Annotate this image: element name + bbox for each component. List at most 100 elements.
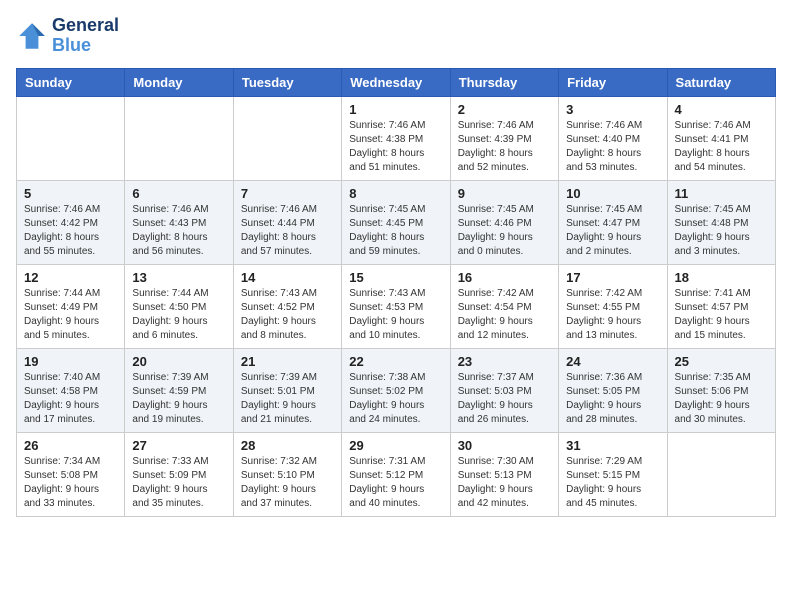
logo-text: General Blue <box>52 16 119 56</box>
day-number: 21 <box>241 354 334 369</box>
day-number: 23 <box>458 354 551 369</box>
calendar-cell: 24Sunrise: 7:36 AM Sunset: 5:05 PM Dayli… <box>559 348 667 432</box>
day-number: 17 <box>566 270 659 285</box>
day-info: Sunrise: 7:44 AM Sunset: 4:50 PM Dayligh… <box>132 287 225 343</box>
day-info: Sunrise: 7:41 AM Sunset: 4:57 PM Dayligh… <box>675 287 768 343</box>
day-number: 16 <box>458 270 551 285</box>
day-number: 31 <box>566 438 659 453</box>
calendar-cell: 13Sunrise: 7:44 AM Sunset: 4:50 PM Dayli… <box>125 264 233 348</box>
calendar-cell: 1 Sunrise: 7:46 AM Sunset: 4:38 PM Daylig… <box>342 96 450 180</box>
day-number: 2 <box>458 102 551 117</box>
day-number: 27 <box>132 438 225 453</box>
day-number: 30 <box>458 438 551 453</box>
day-info: Sunrise: 7:42 AM Sunset: 4:54 PM Dayligh… <box>458 287 551 343</box>
page-header: General Blue <box>16 16 776 56</box>
calendar-cell: 28 Sunrise: 7:32 AM Sunset: 5:10 PM Dayli… <box>233 432 341 516</box>
day-number: 4 <box>675 102 768 117</box>
day-number: 5 <box>24 186 117 201</box>
calendar-cell: 2 Sunrise: 7:46 AM Sunset: 4:39 PM Daylig… <box>450 96 558 180</box>
day-info: Sunrise: 7:37 AM Sunset: 5:03 PM Dayligh… <box>458 371 551 427</box>
calendar-cell: 16 Sunrise: 7:42 AM Sunset: 4:54 PM Dayli… <box>450 264 558 348</box>
weekday-header: Wednesday <box>342 68 450 96</box>
day-number: 18 <box>675 270 768 285</box>
day-number: 7 <box>241 186 334 201</box>
calendar-cell: 9 Sunrise: 7:45 AM Sunset: 4:46 PM Daylig… <box>450 180 558 264</box>
day-number: 12 <box>24 270 117 285</box>
day-number: 26 <box>24 438 117 453</box>
day-number: 22 <box>349 354 442 369</box>
calendar-cell: 18 Sunrise: 7:41 AM Sunset: 4:57 PM Dayli… <box>667 264 775 348</box>
calendar-cell: 31Sunrise: 7:29 AM Sunset: 5:15 PM Dayli… <box>559 432 667 516</box>
calendar-cell <box>233 96 341 180</box>
day-number: 3 <box>566 102 659 117</box>
day-info: Sunrise: 7:46 AM Sunset: 4:43 PM Dayligh… <box>132 203 225 259</box>
day-info: Sunrise: 7:30 AM Sunset: 5:13 PM Dayligh… <box>458 455 551 511</box>
day-number: 10 <box>566 186 659 201</box>
weekday-header: Monday <box>125 68 233 96</box>
day-info: Sunrise: 7:33 AM Sunset: 5:09 PM Dayligh… <box>132 455 225 511</box>
calendar-cell: 8 Sunrise: 7:45 AM Sunset: 4:45 PM Daylig… <box>342 180 450 264</box>
weekday-header: Tuesday <box>233 68 341 96</box>
day-number: 8 <box>349 186 442 201</box>
day-number: 9 <box>458 186 551 201</box>
day-info: Sunrise: 7:46 AM Sunset: 4:41 PM Dayligh… <box>675 119 768 175</box>
day-info: Sunrise: 7:38 AM Sunset: 5:02 PM Dayligh… <box>349 371 442 427</box>
calendar-cell: 6Sunrise: 7:46 AM Sunset: 4:43 PM Daylig… <box>125 180 233 264</box>
weekday-header: Saturday <box>667 68 775 96</box>
calendar-cell: 15Sunrise: 7:43 AM Sunset: 4:53 PM Dayli… <box>342 264 450 348</box>
day-number: 15 <box>349 270 442 285</box>
calendar-cell: 26 Sunrise: 7:34 AM Sunset: 5:08 PM Dayli… <box>17 432 125 516</box>
calendar-cell: 20 Sunrise: 7:39 AM Sunset: 4:59 PM Dayli… <box>125 348 233 432</box>
calendar-cell: 17 Sunrise: 7:42 AM Sunset: 4:55 PM Dayli… <box>559 264 667 348</box>
day-info: Sunrise: 7:46 AM Sunset: 4:40 PM Dayligh… <box>566 119 659 175</box>
day-info: Sunrise: 7:46 AM Sunset: 4:42 PM Dayligh… <box>24 203 117 259</box>
day-info: Sunrise: 7:32 AM Sunset: 5:10 PM Dayligh… <box>241 455 334 511</box>
day-number: 28 <box>241 438 334 453</box>
day-number: 11 <box>675 186 768 201</box>
calendar-cell: 10 Sunrise: 7:45 AM Sunset: 4:47 PM Dayli… <box>559 180 667 264</box>
day-info: Sunrise: 7:34 AM Sunset: 5:08 PM Dayligh… <box>24 455 117 511</box>
day-info: Sunrise: 7:45 AM Sunset: 4:48 PM Dayligh… <box>675 203 768 259</box>
calendar-cell: 23 Sunrise: 7:37 AM Sunset: 5:03 PM Dayli… <box>450 348 558 432</box>
calendar-cell: 25 Sunrise: 7:35 AM Sunset: 5:06 PM Dayli… <box>667 348 775 432</box>
calendar-cell: 7 Sunrise: 7:46 AM Sunset: 4:44 PM Daylig… <box>233 180 341 264</box>
calendar-week: 12 Sunrise: 7:44 AM Sunset: 4:49 PM Dayli… <box>17 264 776 348</box>
day-info: Sunrise: 7:44 AM Sunset: 4:49 PM Dayligh… <box>24 287 117 343</box>
day-number: 24 <box>566 354 659 369</box>
day-number: 29 <box>349 438 442 453</box>
calendar-cell: 27 Sunrise: 7:33 AM Sunset: 5:09 PM Dayli… <box>125 432 233 516</box>
logo-icon <box>16 20 48 52</box>
day-number: 14 <box>241 270 334 285</box>
logo: General Blue <box>16 16 119 56</box>
weekday-header: Sunday <box>17 68 125 96</box>
calendar-cell: 14 Sunrise: 7:43 AM Sunset: 4:52 PM Dayli… <box>233 264 341 348</box>
calendar-cell: 21Sunrise: 7:39 AM Sunset: 5:01 PM Dayli… <box>233 348 341 432</box>
calendar-week: 5 Sunrise: 7:46 AM Sunset: 4:42 PM Daylig… <box>17 180 776 264</box>
calendar-cell: 12 Sunrise: 7:44 AM Sunset: 4:49 PM Dayli… <box>17 264 125 348</box>
day-number: 20 <box>132 354 225 369</box>
calendar-cell: 22 Sunrise: 7:38 AM Sunset: 5:02 PM Dayli… <box>342 348 450 432</box>
day-info: Sunrise: 7:46 AM Sunset: 4:38 PM Dayligh… <box>349 119 442 175</box>
day-info: Sunrise: 7:46 AM Sunset: 4:44 PM Dayligh… <box>241 203 334 259</box>
calendar-cell: 4 Sunrise: 7:46 AM Sunset: 4:41 PM Daylig… <box>667 96 775 180</box>
day-info: Sunrise: 7:35 AM Sunset: 5:06 PM Dayligh… <box>675 371 768 427</box>
day-info: Sunrise: 7:42 AM Sunset: 4:55 PM Dayligh… <box>566 287 659 343</box>
day-number: 19 <box>24 354 117 369</box>
calendar-cell: 3 Sunrise: 7:46 AM Sunset: 4:40 PM Daylig… <box>559 96 667 180</box>
day-info: Sunrise: 7:39 AM Sunset: 4:59 PM Dayligh… <box>132 371 225 427</box>
day-info: Sunrise: 7:45 AM Sunset: 4:47 PM Dayligh… <box>566 203 659 259</box>
day-info: Sunrise: 7:45 AM Sunset: 4:46 PM Dayligh… <box>458 203 551 259</box>
day-info: Sunrise: 7:46 AM Sunset: 4:39 PM Dayligh… <box>458 119 551 175</box>
calendar-cell <box>17 96 125 180</box>
day-info: Sunrise: 7:43 AM Sunset: 4:52 PM Dayligh… <box>241 287 334 343</box>
calendar-cell: 30 Sunrise: 7:30 AM Sunset: 5:13 PM Dayli… <box>450 432 558 516</box>
calendar-table: SundayMondayTuesdayWednesdayThursdayFrid… <box>16 68 776 517</box>
day-info: Sunrise: 7:31 AM Sunset: 5:12 PM Dayligh… <box>349 455 442 511</box>
day-number: 1 <box>349 102 442 117</box>
day-info: Sunrise: 7:45 AM Sunset: 4:45 PM Dayligh… <box>349 203 442 259</box>
calendar-cell <box>125 96 233 180</box>
calendar-cell <box>667 432 775 516</box>
day-info: Sunrise: 7:40 AM Sunset: 4:58 PM Dayligh… <box>24 371 117 427</box>
weekday-header: Thursday <box>450 68 558 96</box>
day-number: 25 <box>675 354 768 369</box>
